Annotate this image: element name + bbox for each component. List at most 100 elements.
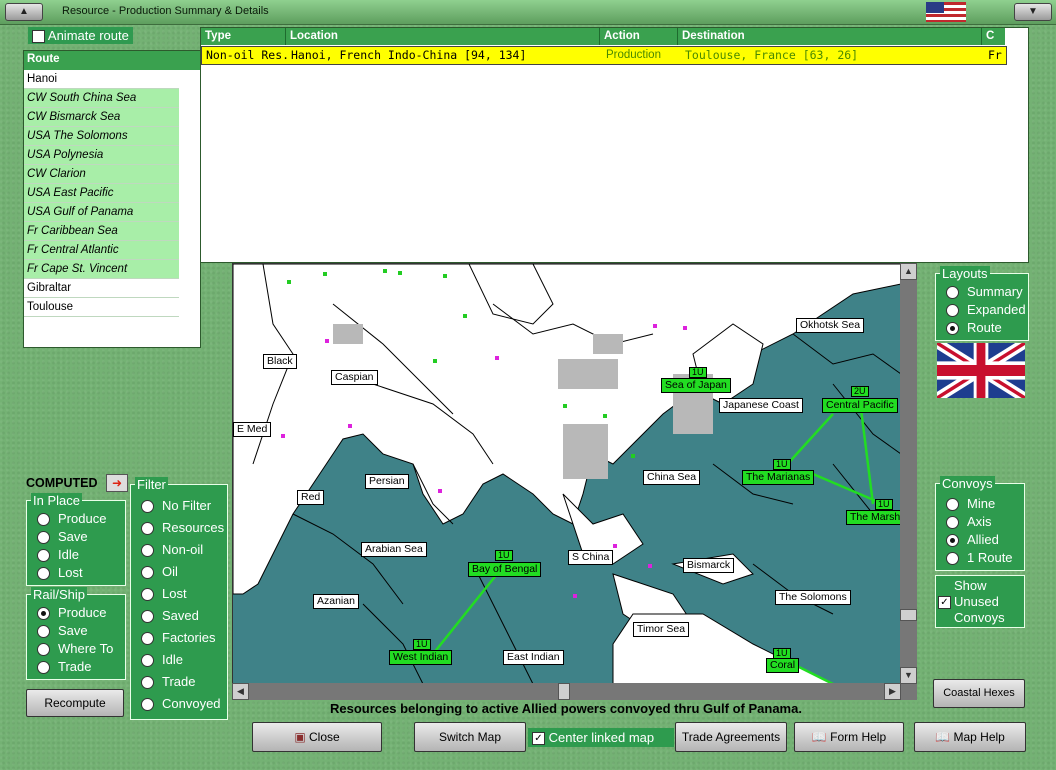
layout-summary[interactable]: Summary [946,284,1023,300]
scroll-down-arrow-icon[interactable]: ▼ [900,667,917,684]
map-label-central-pacific[interactable]: Central Pacific [822,398,898,413]
form-help-button[interactable]: 📖 Form Help [794,722,904,752]
radio-button[interactable] [946,304,959,318]
filter-option[interactable]: Saved [141,608,199,624]
radio-button[interactable] [141,610,154,624]
column-destination[interactable]: Destination [678,28,982,45]
map-horizontal-scrollbar[interactable]: ◀ ▶ [232,683,901,700]
radio-button[interactable] [37,531,50,545]
table-row[interactable]: Non-oil Res. Hanoi, French Indo-China [9… [201,46,1007,65]
radio-button-selected[interactable] [946,322,959,336]
map-label-the-marsh[interactable]: The Marsh [846,510,901,525]
layout-expanded[interactable]: Expanded [946,302,1026,318]
rail-ship-produce[interactable]: Produce [37,605,106,621]
route-list-item[interactable]: CW Clarion [24,165,179,184]
in-place-save[interactable]: Save [37,529,88,545]
route-list-item[interactable]: USA East Pacific [24,184,179,203]
show-unused-convoys[interactable]: Show ✓ Unused Convoys [935,575,1025,628]
scroll-up-arrow-icon[interactable]: ▲ [900,263,917,280]
close-button[interactable]: ▣ Close [252,722,382,752]
radio-button[interactable] [37,625,50,639]
computed-arrow-button[interactable]: ➜ [106,474,128,492]
route-list-item[interactable]: Fr Caribbean Sea [24,222,179,241]
map-label-japanese-coast[interactable]: Japanese Coast [719,398,803,413]
radio-button[interactable] [946,286,959,300]
map-label-e-med[interactable]: E Med [233,422,272,437]
rail-ship-trade[interactable]: Trade [37,659,91,675]
window-minimize-button[interactable]: ▼ [1014,3,1052,21]
radio-button[interactable] [141,588,154,602]
filter-option[interactable]: Factories [141,630,215,646]
radio-button[interactable] [141,654,154,668]
column-location[interactable]: Location [286,28,600,45]
radio-button[interactable] [37,661,50,675]
rail-ship-save[interactable]: Save [37,623,88,639]
animate-route-toggle[interactable]: Animate route [28,27,133,45]
map-label-black[interactable]: Black [263,354,297,369]
map-label-coral[interactable]: Coral [766,658,800,673]
map-help-button[interactable]: 📖 Map Help [914,722,1026,752]
radio-button[interactable] [37,513,50,527]
radio-button[interactable] [141,566,154,580]
route-list-item[interactable]: USA Gulf of Panama [24,203,179,222]
map-label-s-china[interactable]: S China [568,550,614,565]
radio-button-selected[interactable] [946,534,959,548]
vertical-scroll-thumb[interactable] [900,609,917,621]
switch-map-button[interactable]: Switch Map [414,722,526,752]
map-label-red[interactable]: Red [297,490,325,505]
route-list-item[interactable]: CW Bismarck Sea [24,108,179,127]
map-label-sea-of-japan[interactable]: Sea of Japan [661,378,731,393]
map-label-the-solomons[interactable]: The Solomons [775,590,851,605]
rail-ship-where-to[interactable]: Where To [37,641,113,657]
column-action[interactable]: Action [600,28,678,45]
filter-option[interactable]: Non-oil [141,542,203,558]
radio-button[interactable] [946,552,959,566]
filter-option[interactable]: Convoyed [141,696,221,712]
radio-button[interactable] [141,676,154,690]
world-map[interactable]: Black Caspian E Med Persian Red Arabian … [232,263,902,685]
radio-button[interactable] [946,516,959,530]
recompute-button[interactable]: Recompute [26,689,124,717]
coastal-hexes-button[interactable]: Coastal Hexes [933,679,1025,708]
route-list-item[interactable]: Toulouse [24,298,179,317]
radio-button[interactable] [141,500,154,514]
route-list-item[interactable]: USA Polynesia [24,146,179,165]
map-label-azanian[interactable]: Azanian [313,594,359,609]
filter-option[interactable]: No Filter [141,498,211,514]
convoys-1-route[interactable]: 1 Route [946,550,1013,566]
animate-route-checkbox[interactable] [32,30,45,44]
map-label-bay-of-bengal[interactable]: Bay of Bengal [468,562,542,577]
trade-agreements-button[interactable]: Trade Agreements [675,722,787,752]
route-list-item[interactable]: Hanoi [24,70,179,89]
radio-button[interactable] [141,522,154,536]
in-place-produce[interactable]: Produce [37,511,106,527]
route-list-item[interactable]: Fr Cape St. Vincent [24,260,179,279]
column-type[interactable]: Type [201,28,286,45]
filter-option[interactable]: Lost [141,586,187,602]
map-label-the-marianas[interactable]: The Marianas [742,470,815,485]
map-label-persian[interactable]: Persian [365,474,409,489]
column-country[interactable]: C [982,28,1005,45]
scroll-left-arrow-icon[interactable]: ◀ [232,683,249,700]
radio-button[interactable] [141,632,154,646]
map-label-timor-sea[interactable]: Timor Sea [633,622,690,637]
radio-button-selected[interactable] [37,607,50,621]
route-list-item[interactable]: Fr Central Atlantic [24,241,179,260]
scroll-right-arrow-icon[interactable]: ▶ [884,683,901,700]
convoys-mine[interactable]: Mine [946,496,995,512]
radio-button[interactable] [141,544,154,558]
route-list-item[interactable]: CW South China Sea [24,89,179,108]
filter-option[interactable]: Idle [141,652,183,668]
map-label-china-sea[interactable]: China Sea [643,470,701,485]
radio-button[interactable] [141,698,154,712]
show-unused-checkbox[interactable]: ✓ [938,596,951,609]
map-label-caspian[interactable]: Caspian [331,370,378,385]
convoys-allied[interactable]: Allied [946,532,999,548]
horizontal-scroll-thumb[interactable] [558,683,570,700]
radio-button[interactable] [37,567,50,581]
map-label-bismarck[interactable]: Bismarck [683,558,735,573]
map-label-okhotsk-sea[interactable]: Okhotsk Sea [796,318,865,333]
radio-button[interactable] [946,498,959,512]
center-linked-map-checkbox[interactable]: ✓ [532,732,545,746]
in-place-lost[interactable]: Lost [37,565,83,581]
